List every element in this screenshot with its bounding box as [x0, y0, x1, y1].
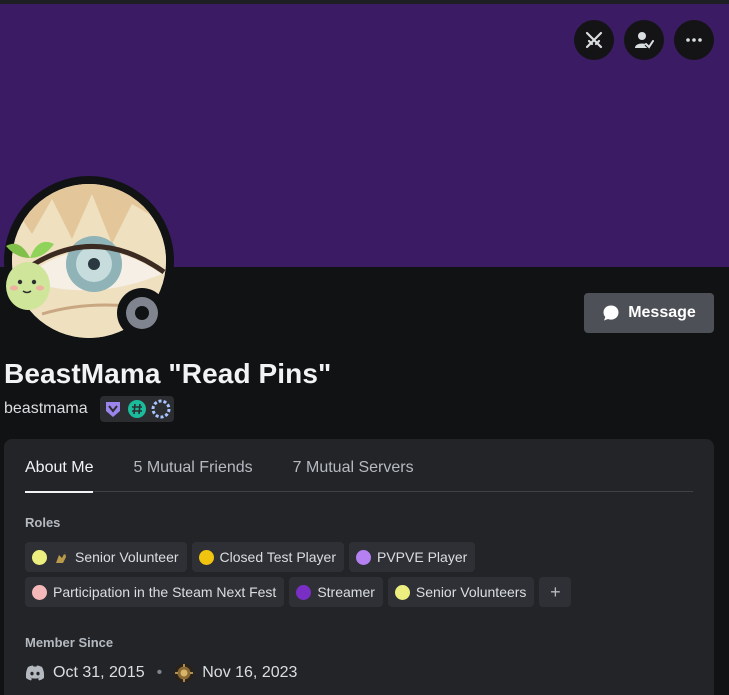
role-closed-test-player[interactable]: Closed Test Player [191, 542, 344, 572]
role-steam-next-fest[interactable]: Participation in the Steam Next Fest [25, 577, 285, 607]
role-senior-volunteers[interactable]: Senior Volunteers [387, 577, 535, 607]
username[interactable]: beastmama [4, 400, 88, 418]
role-label: Streamer [317, 584, 375, 600]
discord-logo-icon [25, 665, 45, 681]
role-senior-volunteer[interactable]: Senior Volunteer [25, 542, 187, 572]
tab-about-me[interactable]: About Me [25, 459, 94, 493]
role-color-dot [356, 549, 371, 565]
profile-card: About Me 5 Mutual Friends 7 Mutual Serve… [4, 439, 714, 695]
role-label: Senior Volunteers [415, 584, 527, 600]
discord-join-date: Oct 31, 2015 [53, 664, 145, 681]
server-icon [174, 663, 194, 683]
more-icon [686, 38, 702, 42]
profile-tabs: About Me 5 Mutual Friends 7 Mutual Serve… [25, 459, 693, 493]
role-label: PVPVE Player [377, 549, 468, 565]
role-streamer[interactable]: Streamer [289, 577, 383, 607]
user-check-icon [635, 32, 654, 50]
username-row: beastmama [4, 396, 174, 422]
role-dragon-icon [56, 552, 66, 563]
display-name: BeastMama "Read Pins" [4, 358, 332, 389]
profile-actions [574, 20, 714, 60]
friend-status-button[interactable] [624, 20, 664, 60]
badge-list [99, 396, 174, 422]
status-indicator [117, 288, 167, 338]
role-label: Closed Test Player [219, 549, 336, 565]
role-color-dot [394, 584, 410, 600]
add-role-button[interactable]: + [539, 577, 572, 607]
roles-heading: Roles [25, 515, 61, 530]
role-label: Participation in the Steam Next Fest [53, 584, 277, 600]
message-button[interactable]: Message [584, 293, 714, 333]
role-color-dot [32, 584, 47, 600]
server-join-date: Nov 16, 2023 [202, 664, 298, 681]
role-color-dot [296, 584, 312, 600]
member-since-heading: Member Since [25, 635, 114, 650]
role-color-dot [198, 549, 214, 565]
date-separator: • [156, 664, 163, 681]
swords-icon [585, 31, 603, 49]
chat-bubble-icon [603, 305, 619, 321]
swords-icon-button[interactable] [574, 20, 614, 60]
member-since-row: Oct 31, 2015 • Nov 16, 2023 [25, 663, 297, 683]
more-options-button[interactable] [674, 20, 714, 60]
tab-mutual-servers[interactable]: 7 Mutual Servers [293, 459, 414, 492]
role-pvpve-player[interactable]: PVPVE Player [349, 542, 476, 572]
role-color-dot [32, 549, 47, 565]
roles-list: Senior Volunteer Closed Test Player PVPV… [25, 542, 695, 607]
role-label: Senior Volunteer [75, 549, 179, 565]
hashtag-icon[interactable] [127, 399, 147, 419]
hypesquad-icon[interactable] [103, 399, 123, 419]
message-button-label: Message [628, 304, 696, 321]
sprout-avatar-decoration-icon [6, 241, 54, 310]
offline-status-icon [126, 297, 158, 329]
tab-mutual-friends[interactable]: 5 Mutual Friends [133, 459, 252, 492]
nitro-icon[interactable] [151, 399, 171, 419]
